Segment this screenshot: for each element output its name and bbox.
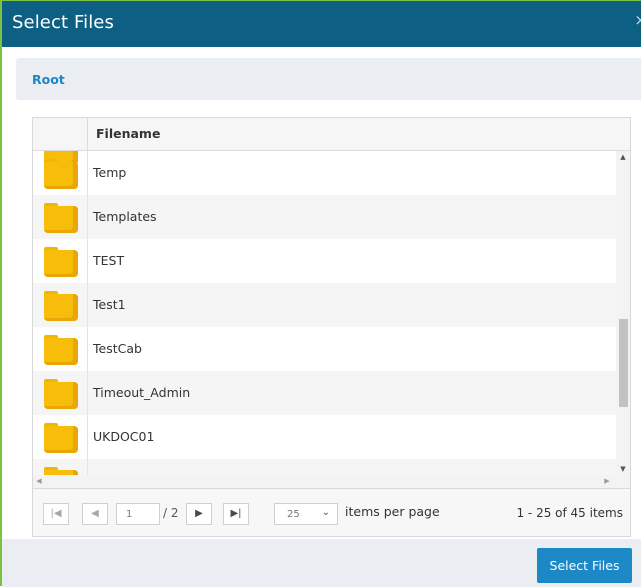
folder-icon [44, 379, 78, 409]
table-row[interactable]: Test1 [33, 283, 616, 327]
total-pages-label: / 2 [163, 506, 179, 520]
pager: |◀ ◀ / 2 ▶ ▶| 25 ⌄ items per page 1 - 25… [32, 489, 631, 537]
table-row[interactable]: UKDOC01 [33, 415, 616, 459]
file-name: UKDOC01 [93, 429, 155, 444]
folder-icon [44, 203, 78, 233]
breadcrumb: Root [16, 58, 641, 100]
next-page-button[interactable]: ▶ [186, 503, 212, 525]
breadcrumb-root-link[interactable]: Root [32, 72, 65, 87]
table-row[interactable]: Temp [33, 151, 616, 195]
scroll-up-arrow-icon[interactable]: ▲ [616, 151, 630, 163]
dialog-titlebar: Select Files × [2, 1, 641, 47]
folder-icon [44, 423, 78, 453]
folder-icon [44, 291, 78, 321]
close-icon[interactable]: × [634, 11, 641, 29]
table-row[interactable] [33, 459, 616, 475]
last-page-button[interactable]: ▶| [223, 503, 249, 525]
scrollbar-thumb[interactable] [619, 319, 628, 407]
table-row[interactable]: Timeout_Admin [33, 371, 616, 415]
column-divider [87, 151, 88, 475]
file-name: Timeout_Admin [93, 385, 191, 400]
horizontal-scrollbar[interactable]: ◀ ▶ [33, 475, 630, 488]
table-row[interactable]: Templates [33, 195, 616, 239]
file-name: Templates [93, 209, 157, 224]
items-per-page-select[interactable]: 25 ⌄ [274, 503, 338, 525]
scroll-left-arrow-icon[interactable]: ◀ [33, 475, 45, 488]
table-row[interactable]: TestCab [33, 327, 616, 371]
icon-column-header [33, 118, 88, 150]
page-number-input[interactable] [116, 503, 160, 525]
select-files-dialog: Select Files × Root Filename Temp Templa… [0, 0, 641, 587]
prev-page-button[interactable]: ◀ [82, 503, 108, 525]
items-per-page-label: items per page [345, 504, 440, 519]
table-row[interactable]: TEST [33, 239, 616, 283]
folder-icon [44, 247, 78, 277]
file-name: TestCab [93, 341, 142, 356]
items-per-page-value: 25 [287, 509, 300, 520]
dialog-title: Select Files [12, 12, 114, 33]
file-grid: Filename Temp Templates TEST Test1 TestC… [32, 117, 631, 489]
file-name: Temp [93, 165, 127, 180]
filename-column-header[interactable]: Filename [96, 126, 160, 141]
grid-header: Filename [33, 118, 630, 151]
chevron-down-icon: ⌄ [321, 507, 330, 518]
items-count-info: 1 - 25 of 45 items [516, 506, 623, 520]
scroll-right-arrow-icon[interactable]: ▶ [601, 475, 613, 488]
file-name: Test1 [93, 297, 126, 312]
scroll-down-arrow-icon[interactable]: ▼ [616, 463, 630, 475]
vertical-scrollbar[interactable]: ▲ ▼ [616, 151, 630, 475]
first-page-button[interactable]: |◀ [43, 503, 69, 525]
folder-icon [44, 467, 78, 475]
file-name: TEST [93, 253, 125, 268]
folder-icon [44, 159, 78, 189]
select-files-button[interactable]: Select Files [537, 548, 632, 583]
folder-icon [44, 335, 78, 365]
grid-body[interactable]: Temp Templates TEST Test1 TestCab Timeou… [33, 151, 616, 475]
